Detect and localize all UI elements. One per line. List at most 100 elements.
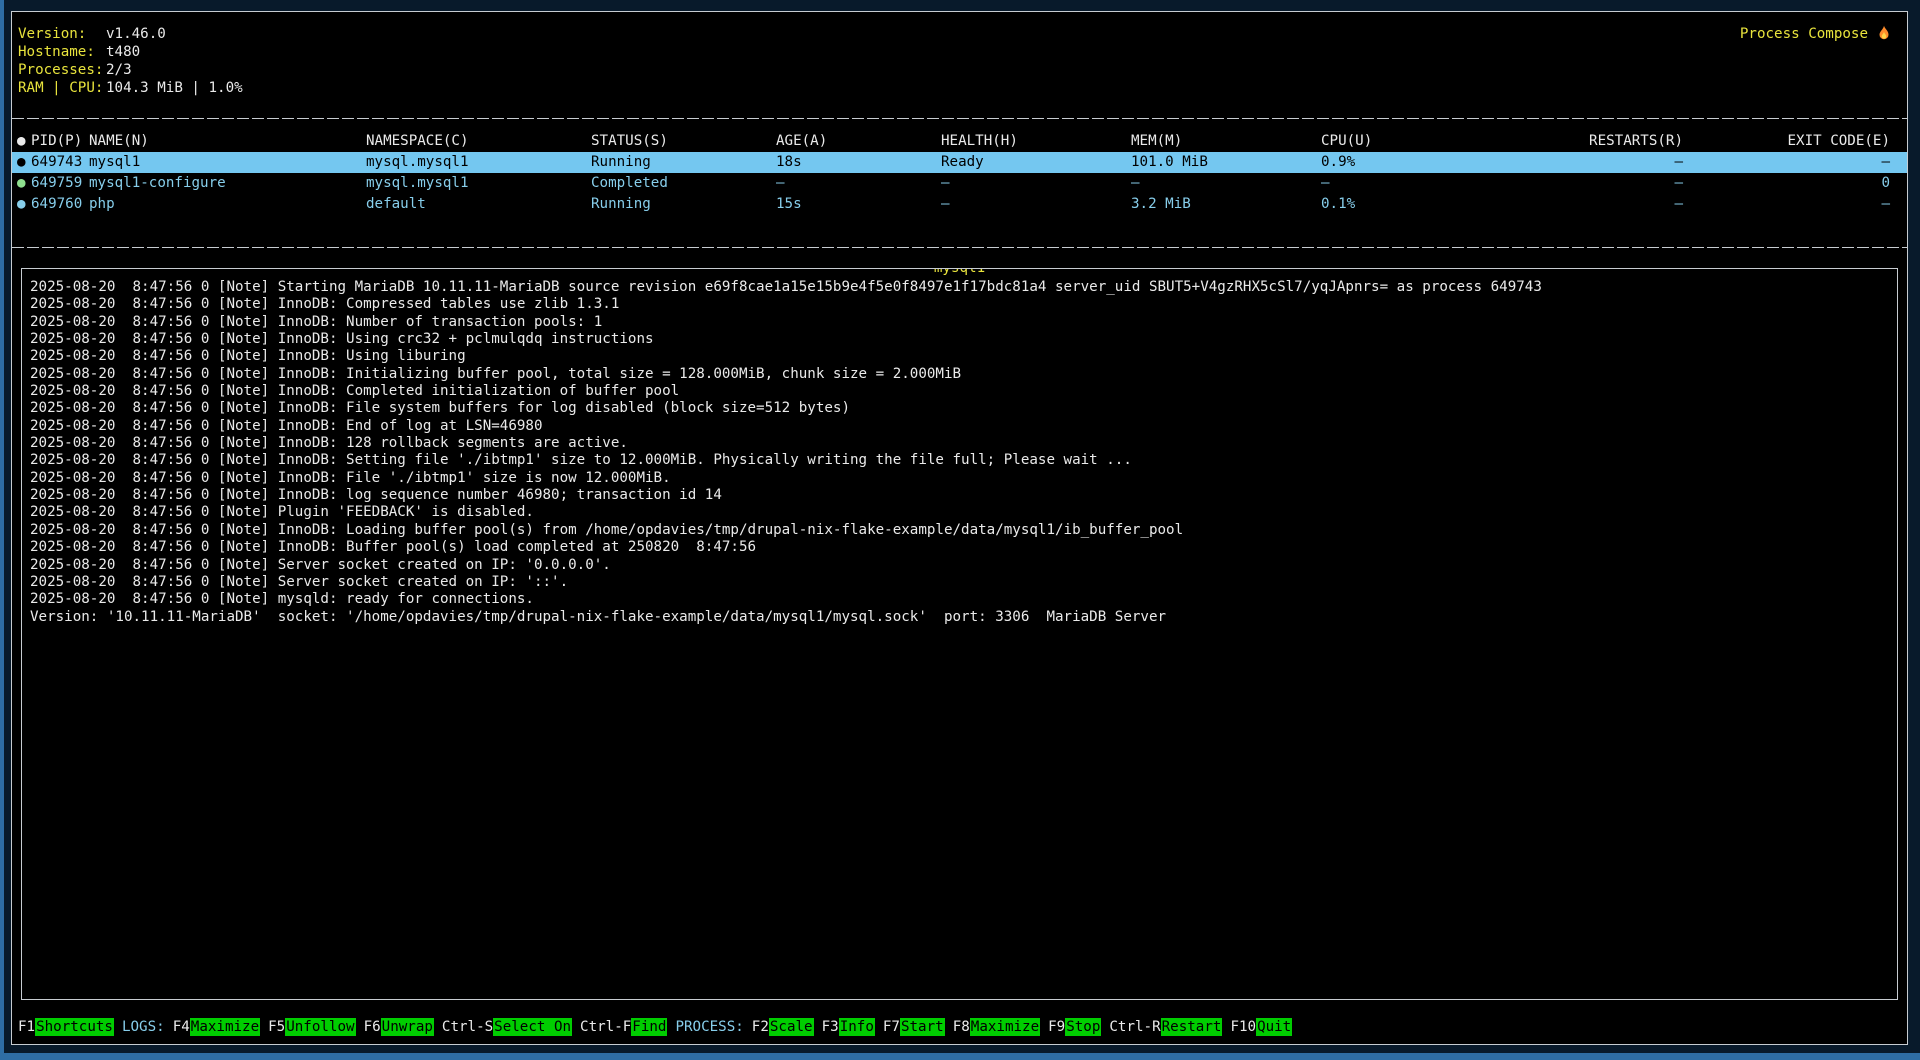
cell-status: Running (591, 194, 776, 215)
shortcut-action: Select On (493, 1018, 572, 1036)
hostname-value: t480 (106, 43, 140, 61)
cell-mem: – (1131, 173, 1321, 194)
header-field-hostname: Hostname: t480 (18, 43, 1893, 61)
header-field-version: Version: v1.46.0 (18, 25, 1893, 43)
col-header-name[interactable]: NAME(N) (89, 131, 366, 152)
log-line: 2025-08-20 8:47:56 0 [Note] InnoDB: Buff… (30, 539, 1889, 556)
col-header-cpu[interactable]: CPU(U) (1321, 131, 1491, 152)
terminal-edge-left (0, 0, 4, 1060)
log-line: 2025-08-20 8:47:56 0 [Note] Server socke… (30, 574, 1889, 591)
cell-exit-code: – (1683, 152, 1890, 173)
shortcut-action: Scale (769, 1018, 814, 1036)
cell-status: Completed (591, 173, 776, 194)
log-line: 2025-08-20 8:47:56 0 [Note] InnoDB: File… (30, 400, 1889, 417)
shortcut-key: F3 (822, 1019, 839, 1035)
log-line: 2025-08-20 8:47:56 0 [Note] InnoDB: Usin… (30, 348, 1889, 365)
log-line: 2025-08-20 8:47:56 0 [Note] InnoDB: Comp… (30, 383, 1889, 400)
table-row-mysql1[interactable]: 649743 mysql1 mysql.mysql1 Running 18s R… (12, 152, 1907, 173)
shortcut-stop[interactable]: F9Stop (1048, 1018, 1101, 1036)
processes-value: 2/3 (106, 61, 132, 79)
shortcut-action: Unfollow (285, 1018, 355, 1036)
table-row-php[interactable]: 649760 php default Running 15s – 3.2 MiB… (12, 194, 1907, 215)
cell-cpu: – (1321, 173, 1491, 194)
cell-pid: 649759 (31, 173, 89, 194)
shortcut-unwrap[interactable]: F6Unwrap (364, 1018, 434, 1036)
shortcut-shortcuts[interactable]: F1Shortcuts (18, 1018, 114, 1036)
shortcut-bar: F1Shortcuts LOGS: F4Maximize F5Unfollow … (12, 1011, 1907, 1044)
col-header-mem[interactable]: MEM(M) (1131, 131, 1321, 152)
process-table: PID(P) NAME(N) NAMESPACE(C) STATUS(S) AG… (12, 119, 1907, 247)
shortcut-action: Info (839, 1018, 875, 1036)
col-header-exit-code[interactable]: EXIT CODE(E) (1683, 131, 1890, 152)
log-line: 2025-08-20 8:47:56 0 [Note] InnoDB: 128 … (30, 435, 1889, 452)
cell-pid: 649760 (31, 194, 89, 215)
cell-health: Ready (941, 152, 1131, 173)
shortcut-action: Shortcuts (35, 1018, 114, 1036)
shortcut-restart[interactable]: Ctrl-RRestart (1109, 1018, 1222, 1036)
col-header-namespace[interactable]: NAMESPACE(C) (366, 131, 591, 152)
shortcut-action: Unwrap (381, 1018, 434, 1036)
ram-cpu-label: RAM | CPU: (18, 79, 106, 97)
log-line: 2025-08-20 8:47:56 0 [Note] Server socke… (30, 557, 1889, 574)
log-viewer[interactable]: mysql1 2025-08-20 8:47:56 0 [Note] Start… (21, 268, 1898, 1000)
cell-namespace: mysql.mysql1 (366, 152, 591, 173)
process-compose-window: Version: v1.46.0 Hostname: t480 Processe… (11, 11, 1908, 1045)
header-pane: Version: v1.46.0 Hostname: t480 Processe… (12, 12, 1907, 118)
log-line: 2025-08-20 8:47:56 0 [Note] InnoDB: Init… (30, 366, 1889, 383)
shortcut-key: F6 (364, 1019, 381, 1035)
shortcut-action: Stop (1065, 1018, 1101, 1036)
version-value: v1.46.0 (106, 25, 166, 43)
shortcut-scale[interactable]: F2Scale (752, 1018, 814, 1036)
shortcut-key: F8 (953, 1019, 970, 1035)
cell-exit-code: 0 (1683, 173, 1890, 194)
table-row-mysql1-configure[interactable]: 649759 mysql1-configure mysql.mysql1 Com… (12, 173, 1907, 194)
status-bullet-icon (17, 194, 31, 215)
cell-restarts: – (1491, 152, 1683, 173)
shortcut-quit[interactable]: F10Quit (1230, 1018, 1292, 1036)
log-line: 2025-08-20 8:47:56 0 [Note] InnoDB: Sett… (30, 452, 1889, 469)
log-line: 2025-08-20 8:47:56 0 [Note] InnoDB: Load… (30, 522, 1889, 539)
shortcut-key: F7 (883, 1019, 900, 1035)
cell-name: mysql1 (89, 152, 366, 173)
shortcut-logs-maximize[interactable]: F4Maximize (173, 1018, 260, 1036)
cell-mem: 101.0 MiB (1131, 152, 1321, 173)
col-header-restarts[interactable]: RESTARTS(R) (1491, 131, 1683, 152)
cell-health: – (941, 173, 1131, 194)
col-header-status[interactable]: STATUS(S) (591, 131, 776, 152)
cell-name: php (89, 194, 366, 215)
cell-cpu: 0.1% (1321, 194, 1491, 215)
cell-namespace: mysql.mysql1 (366, 173, 591, 194)
hostname-label: Hostname: (18, 43, 106, 61)
col-header-pid[interactable]: PID(P) (31, 131, 89, 152)
shortcut-find[interactable]: Ctrl-FFind (580, 1018, 667, 1036)
shortcut-start[interactable]: F7Start (883, 1018, 945, 1036)
log-line: 2025-08-20 8:47:56 0 [Note] InnoDB: End … (30, 418, 1889, 435)
shortcut-process-maximize[interactable]: F8Maximize (953, 1018, 1040, 1036)
logs-pane: mysql1 2025-08-20 8:47:56 0 [Note] Start… (12, 248, 1907, 1011)
shortcut-action: Find (631, 1018, 667, 1036)
cell-status: Running (591, 152, 776, 173)
shortcut-key: F2 (752, 1019, 769, 1035)
cell-mem: 3.2 MiB (1131, 194, 1321, 215)
log-line: Version: '10.11.11-MariaDB' socket: '/ho… (30, 609, 1889, 626)
shortcut-info[interactable]: F3Info (822, 1018, 875, 1036)
shortcut-key: Ctrl-R (1109, 1019, 1160, 1035)
log-line: 2025-08-20 8:47:56 0 [Note] InnoDB: Numb… (30, 314, 1889, 331)
shortcut-select-on[interactable]: Ctrl-SSelect On (442, 1018, 572, 1036)
logs-section-label: LOGS: (122, 1019, 165, 1035)
shortcut-action: Restart (1161, 1018, 1223, 1036)
shortcut-key: F1 (18, 1019, 35, 1035)
ram-cpu-value: 104.3 MiB | 1.0% (106, 79, 243, 97)
shortcut-action: Quit (1256, 1018, 1292, 1036)
col-header-age[interactable]: AGE(A) (776, 131, 941, 152)
status-bullet-icon (17, 152, 31, 173)
process-section-label: PROCESS: (675, 1019, 743, 1035)
fire-icon (1875, 25, 1893, 43)
log-panel-title: mysql1 (933, 268, 986, 278)
shortcut-unfollow[interactable]: F5Unfollow (268, 1018, 355, 1036)
header-field-processes: Processes: 2/3 (18, 61, 1893, 79)
shortcut-key: F9 (1048, 1019, 1065, 1035)
shortcut-action: Maximize (190, 1018, 260, 1036)
cell-pid: 649743 (31, 152, 89, 173)
col-header-health[interactable]: HEALTH(H) (941, 131, 1131, 152)
